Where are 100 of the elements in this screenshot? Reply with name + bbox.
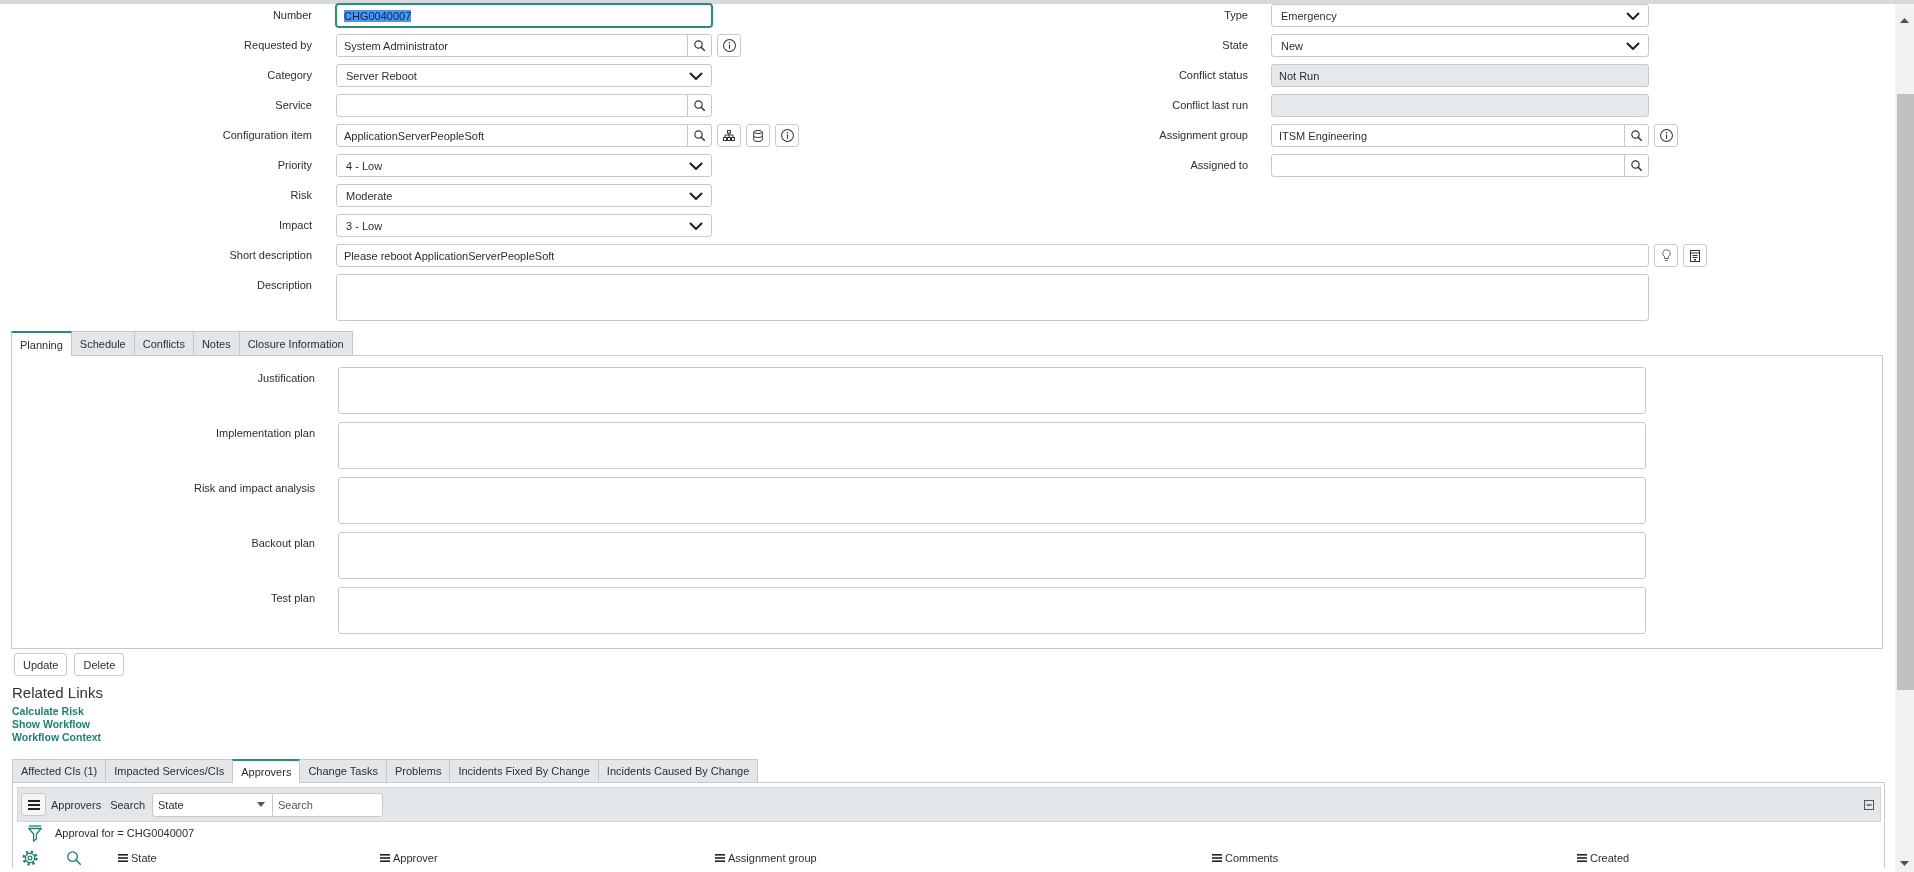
chevron-down-icon bbox=[689, 191, 703, 200]
chevron-down-icon bbox=[689, 161, 703, 170]
form-tab[interactable]: Conflicts bbox=[133, 331, 194, 355]
document-icon bbox=[1690, 249, 1700, 262]
database-button[interactable] bbox=[746, 124, 770, 147]
related-link[interactable]: Workflow Context bbox=[12, 731, 102, 744]
reference-field[interactable]: System Administrator bbox=[336, 34, 688, 57]
search-icon bbox=[694, 100, 705, 111]
related-list-tab[interactable]: Affected CIs (1) bbox=[12, 759, 107, 782]
info-icon bbox=[1659, 129, 1673, 142]
dropdown[interactable]: 3 - Low bbox=[336, 214, 712, 237]
chevron-down-icon bbox=[1626, 41, 1640, 50]
field-label: Description bbox=[255, 278, 312, 293]
lookup-button[interactable] bbox=[687, 94, 712, 117]
lightbulb-icon bbox=[1661, 249, 1671, 262]
field-label: Implementation plan bbox=[214, 426, 315, 441]
text-field[interactable]: CHG0040007 bbox=[336, 4, 712, 27]
column-menu-icon[interactable] bbox=[380, 854, 390, 862]
text-field[interactable]: Please reboot ApplicationServerPeopleSoft bbox=[336, 244, 1649, 267]
field-label: Number bbox=[271, 8, 312, 23]
lookup-button[interactable] bbox=[687, 34, 712, 57]
related-list-tab[interactable]: Impacted Services/CIs bbox=[105, 759, 234, 782]
field-label: Justification bbox=[256, 371, 315, 386]
field-label: Assigned to bbox=[1189, 158, 1248, 173]
lookup-button[interactable] bbox=[1624, 154, 1649, 177]
form-tab[interactable]: Planning bbox=[11, 331, 72, 356]
form-button[interactable]: Delete bbox=[74, 653, 125, 676]
column-header[interactable]: Created bbox=[1590, 852, 1630, 864]
dropdown[interactable]: Server Reboot bbox=[336, 64, 712, 87]
scrollbar-track[interactable] bbox=[1895, 4, 1914, 872]
column-header[interactable]: Comments bbox=[1225, 852, 1279, 864]
field-label: State bbox=[1221, 38, 1248, 53]
section-heading: Related Links bbox=[12, 684, 103, 701]
reference-field[interactable]: ITSM Engineering bbox=[1271, 124, 1625, 147]
field-label: Conflict last run bbox=[1171, 98, 1248, 113]
info-icon bbox=[722, 39, 736, 52]
search-icon bbox=[694, 40, 705, 51]
field-label: Type bbox=[1223, 8, 1248, 23]
column-menu-icon[interactable] bbox=[1212, 854, 1222, 862]
column-header[interactable]: Assignment group bbox=[728, 852, 817, 864]
related-list-tab[interactable]: Problems bbox=[385, 759, 451, 782]
collapse-icon[interactable] bbox=[1864, 799, 1874, 810]
list-menu-button[interactable] bbox=[21, 793, 46, 816]
reference-field[interactable] bbox=[336, 94, 688, 117]
related-list-tab[interactable]: Incidents Caused By Change bbox=[597, 759, 759, 782]
related-list-tab[interactable]: Approvers bbox=[232, 759, 301, 783]
form-tab[interactable]: Notes bbox=[192, 331, 240, 355]
field-label: Assignment group bbox=[1158, 128, 1248, 143]
form-button[interactable]: Update bbox=[14, 653, 68, 676]
filter-icon[interactable] bbox=[28, 824, 42, 842]
column-menu-icon[interactable] bbox=[1577, 854, 1587, 862]
suggestion-button[interactable] bbox=[1654, 244, 1678, 267]
search-icon bbox=[1631, 160, 1642, 171]
field-label: Backout plan bbox=[250, 536, 315, 551]
scroll-down-icon[interactable] bbox=[1900, 861, 1909, 866]
chevron-down-icon bbox=[689, 221, 703, 230]
related-list-tab[interactable]: Change Tasks bbox=[299, 759, 387, 782]
column-header[interactable]: Approver bbox=[393, 852, 438, 864]
field-label: Risk and impact analysis bbox=[192, 481, 315, 496]
info-button[interactable] bbox=[1654, 124, 1678, 147]
info-icon bbox=[780, 129, 794, 142]
field-label: Requested by bbox=[243, 38, 312, 53]
form-tab[interactable]: Schedule bbox=[70, 331, 135, 355]
search-icon[interactable] bbox=[67, 851, 81, 865]
list-title: Approvers bbox=[51, 798, 102, 811]
related-link[interactable]: Show Workflow bbox=[12, 718, 90, 731]
lookup-button[interactable] bbox=[687, 124, 712, 147]
settings-icon[interactable] bbox=[22, 850, 38, 866]
field-label: Service bbox=[274, 98, 312, 113]
column-menu-icon[interactable] bbox=[715, 854, 725, 862]
search-field[interactable]: Search bbox=[272, 792, 383, 817]
scrollbar-thumb[interactable] bbox=[1897, 94, 1914, 690]
info-button[interactable] bbox=[717, 34, 741, 57]
field-label: Impact bbox=[278, 218, 312, 233]
field-label: Conflict status bbox=[1177, 68, 1248, 83]
search-icon bbox=[1631, 130, 1642, 141]
scroll-up-icon[interactable] bbox=[1900, 18, 1909, 23]
info-button[interactable] bbox=[775, 124, 799, 147]
field-label: Configuration item bbox=[221, 128, 312, 143]
reference-field[interactable]: ApplicationServerPeopleSoft bbox=[336, 124, 688, 147]
column-menu-icon[interactable] bbox=[118, 854, 128, 862]
dropdown[interactable]: 4 - Low bbox=[336, 154, 712, 177]
dropdown[interactable]: Moderate bbox=[336, 184, 712, 207]
related-list-tab[interactable]: Incidents Fixed By Change bbox=[449, 759, 599, 782]
lookup-button[interactable] bbox=[1624, 124, 1649, 147]
search-icon bbox=[694, 130, 705, 141]
field-label: Priority bbox=[276, 158, 312, 173]
related-link[interactable]: Calculate Risk bbox=[12, 705, 84, 718]
hierarchy-button[interactable] bbox=[717, 124, 741, 147]
search-label: Search bbox=[110, 798, 145, 811]
dropdown[interactable]: New bbox=[1271, 34, 1649, 57]
search-column-dropdown[interactable]: State bbox=[152, 792, 273, 817]
reference-field[interactable] bbox=[1271, 154, 1625, 177]
hierarchy-icon bbox=[723, 129, 735, 142]
database-icon bbox=[753, 129, 763, 142]
template-button[interactable] bbox=[1683, 244, 1707, 267]
read-only-field: Not Run bbox=[1271, 64, 1649, 87]
dropdown[interactable]: Emergency bbox=[1271, 4, 1649, 27]
column-header[interactable]: State bbox=[131, 852, 157, 864]
form-tab[interactable]: Closure Information bbox=[238, 331, 353, 355]
